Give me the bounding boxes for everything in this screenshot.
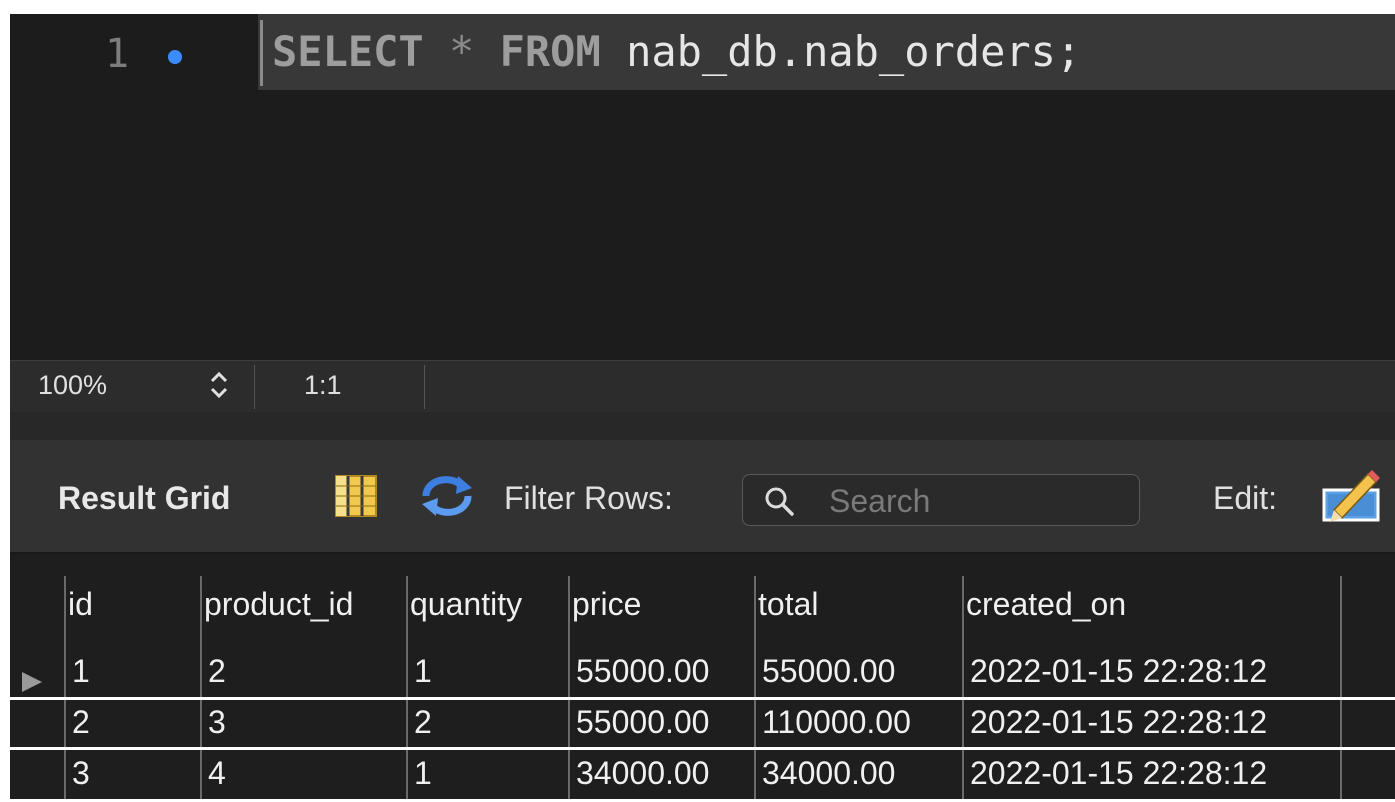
current-row-arrow-icon [22, 672, 42, 692]
line-number: 1 [105, 31, 130, 77]
grid-columns-icon[interactable] [334, 474, 378, 518]
column-header[interactable]: total [758, 586, 818, 623]
row-separator [10, 747, 1395, 750]
table-cell[interactable]: 3 [208, 704, 226, 741]
row-separator [10, 697, 1395, 700]
table-cell[interactable]: 2 [208, 653, 226, 690]
table-cell[interactable]: 2 [72, 704, 90, 741]
table-cell[interactable]: 34000.00 [576, 755, 709, 792]
table-cell[interactable]: 3 [72, 755, 90, 792]
result-grid-table: id product_id quantity price total creat… [10, 554, 1395, 802]
filter-rows-label: Filter Rows: [504, 480, 673, 516]
column-separator[interactable] [754, 576, 756, 802]
column-header[interactable]: quantity [410, 586, 522, 623]
column-header[interactable]: price [572, 586, 641, 623]
text-caret [260, 20, 263, 86]
column-separator[interactable] [568, 576, 570, 802]
status-divider [424, 365, 425, 409]
editor-status-bar: 100% 1:1 [10, 360, 1395, 412]
table-cell[interactable]: 4 [208, 755, 226, 792]
search-input[interactable] [827, 481, 1131, 521]
operator-star: * [449, 27, 475, 76]
search-icon [763, 485, 795, 517]
column-separator[interactable] [962, 576, 964, 802]
column-header[interactable]: id [68, 586, 93, 623]
table-cell[interactable]: 55000.00 [576, 653, 709, 690]
code-line[interactable]: SELECT * FROM nab_db.nab_orders; [272, 29, 1081, 75]
filter-search-box[interactable] [742, 474, 1140, 526]
column-header[interactable]: created_on [966, 586, 1126, 623]
table-cell[interactable]: 55000.00 [762, 653, 895, 690]
panel-spacer [10, 412, 1395, 440]
column-separator[interactable] [1340, 576, 1342, 802]
table-cell[interactable]: 2022-01-15 22:28:12 [970, 653, 1267, 690]
table-cell[interactable]: 2022-01-15 22:28:12 [970, 704, 1267, 741]
table-cell[interactable]: 110000.00 [762, 704, 911, 741]
table-cell[interactable]: 2 [414, 704, 432, 741]
table-cell[interactable]: 1 [414, 755, 432, 792]
table-cell[interactable]: 55000.00 [576, 704, 709, 741]
keyword-select: SELECT [272, 27, 424, 76]
table-cell[interactable]: 1 [414, 653, 432, 690]
cursor-position: 1:1 [304, 370, 342, 400]
zoom-stepper-icon[interactable] [206, 367, 232, 403]
table-cell[interactable]: 1 [72, 653, 90, 690]
table-cell[interactable]: 2022-01-15 22:28:12 [970, 755, 1267, 792]
keyword-from: FROM [499, 27, 601, 76]
result-grid-label: Result Grid [58, 480, 231, 516]
column-header[interactable]: product_id [204, 586, 353, 623]
sql-editor[interactable]: 1 SELECT * FROM nab_db.nab_orders; [10, 0, 1395, 360]
column-separator[interactable] [200, 576, 202, 802]
breakpoint-dot-icon[interactable] [168, 50, 182, 64]
column-separator[interactable] [406, 576, 408, 802]
edit-label: Edit: [1213, 480, 1278, 516]
result-toolbar: Result Grid Filter Rows: Edit [10, 440, 1395, 554]
zoom-level[interactable]: 100% [38, 370, 107, 401]
editor-gutter: 1 [10, 14, 258, 360]
edit-pencil-icon[interactable] [1320, 466, 1382, 524]
status-divider [254, 365, 255, 409]
refresh-icon[interactable] [418, 474, 476, 518]
table-identifier: nab_db.nab_orders; [626, 27, 1082, 76]
table-cell[interactable]: 34000.00 [762, 755, 895, 792]
column-separator[interactable] [64, 576, 66, 802]
